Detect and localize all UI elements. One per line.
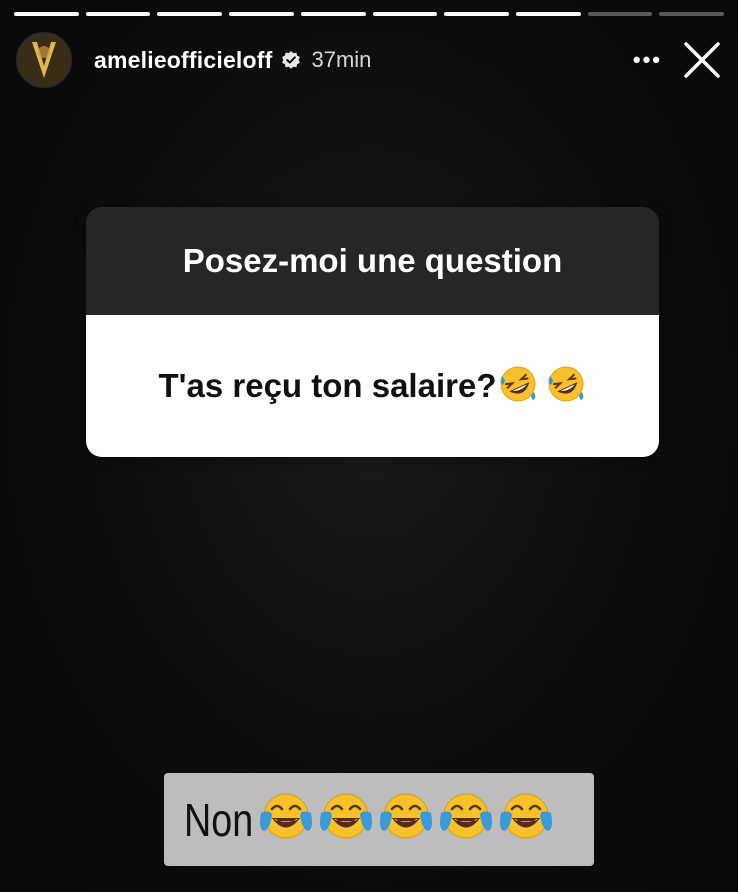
progress-segment (300, 12, 366, 16)
answer-text-box: Non (164, 773, 594, 866)
avatar[interactable] (16, 32, 72, 88)
progress-segment (14, 12, 79, 16)
story-progress-bar (14, 12, 725, 16)
tears-of-joy-emoji (258, 789, 314, 850)
question-text: T'as reçu ton salaire? (158, 367, 497, 404)
tears-of-joy-emoji (318, 789, 374, 850)
answer-text: Non (184, 793, 254, 846)
story-viewer[interactable]: amelieofficieloff 37min ••• Posez-moi un… (0, 0, 738, 892)
progress-segment (444, 12, 509, 16)
progress-segment (372, 12, 438, 16)
progress-segment (229, 12, 294, 16)
close-icon[interactable] (682, 40, 722, 80)
rolling-on-floor-laughing-emoji (498, 364, 538, 409)
post-time: 37min (311, 47, 372, 72)
question-sticker[interactable]: Posez-moi une question T'as reçu ton sal… (86, 207, 659, 457)
question-sticker-header: Posez-moi une question (86, 207, 659, 315)
tears-of-joy-emoji (498, 789, 554, 850)
avatar-image (18, 34, 70, 86)
progress-segment (515, 12, 581, 16)
tears-of-joy-emoji (378, 789, 434, 850)
progress-segment (157, 12, 223, 16)
rolling-on-floor-laughing-emoji (546, 364, 586, 409)
question-sticker-body: T'as reçu ton salaire? (86, 315, 659, 457)
progress-segment (659, 12, 725, 16)
story-header: amelieofficieloff 37min ••• (16, 32, 722, 88)
username[interactable]: amelieofficieloff (94, 47, 273, 74)
answer-emoji-group (258, 789, 554, 850)
tears-of-joy-emoji (438, 789, 494, 850)
verified-badge-icon (281, 50, 301, 70)
question-sticker-title: Posez-moi une question (182, 242, 563, 279)
more-options-icon[interactable]: ••• (633, 49, 662, 71)
progress-segment (587, 12, 653, 16)
progress-segment (85, 12, 151, 16)
